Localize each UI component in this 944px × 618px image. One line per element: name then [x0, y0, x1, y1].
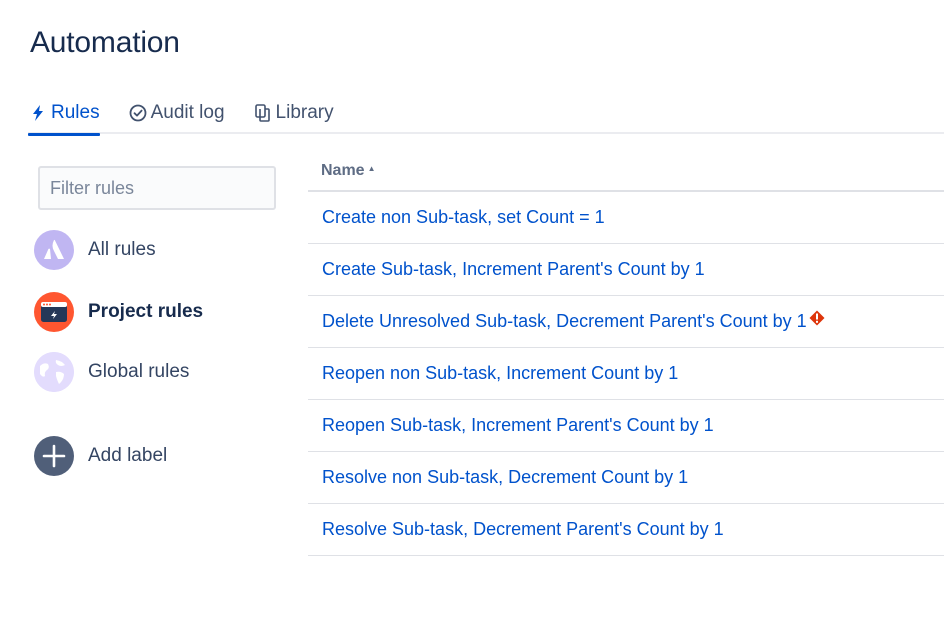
table-row: Create non Sub-task, set Count = 1 — [308, 192, 944, 244]
plus-icon — [34, 436, 74, 476]
check-circle-icon — [128, 102, 148, 124]
lightning-icon — [28, 102, 48, 124]
rule-link[interactable]: Resolve non Sub-task, Decrement Count by… — [322, 467, 688, 488]
rule-link[interactable]: Resolve Sub-task, Decrement Parent's Cou… — [322, 519, 724, 540]
tab-library[interactable]: Library — [253, 98, 334, 134]
table-row: Reopen non Sub-task, Increment Count by … — [308, 348, 944, 400]
rules-table: Name ▲ Create non Sub-task, set Count = … — [308, 152, 944, 556]
sidebar-item-label: All rules — [88, 239, 156, 260]
column-header-label: Name — [321, 162, 365, 179]
table-row: Reopen Sub-task, Increment Parent's Coun… — [308, 400, 944, 452]
tab-audit-log-label: Audit log — [150, 102, 225, 123]
sidebar-item-label: Project rules — [88, 301, 204, 322]
tab-rules-label: Rules — [51, 102, 100, 123]
tab-library-label: Library — [275, 102, 334, 123]
rule-link[interactable]: Create Sub-task, Increment Parent's Coun… — [322, 259, 705, 280]
table-row: Resolve non Sub-task, Decrement Count by… — [308, 452, 944, 504]
tab-rules[interactable]: Rules — [28, 98, 100, 136]
add-label-button[interactable]: Add label — [34, 436, 167, 476]
warning-icon — [809, 310, 825, 326]
rule-link[interactable]: Reopen Sub-task, Increment Parent's Coun… — [322, 415, 714, 436]
sidebar-item-all-rules[interactable]: All rules — [34, 230, 156, 270]
atlassian-logo-icon — [34, 230, 74, 270]
rule-link[interactable]: Delete Unresolved Sub-task, Decrement Pa… — [322, 311, 807, 332]
add-label-text: Add label — [88, 445, 168, 466]
filter-rules-input[interactable] — [38, 166, 276, 210]
copy-icon — [253, 102, 273, 124]
tab-bar: Rules Audit log Library — [28, 98, 944, 136]
column-header-name[interactable]: Name ▲ — [308, 152, 944, 192]
sidebar-item-label: Global rules — [88, 361, 190, 382]
table-row: Create Sub-task, Increment Parent's Coun… — [308, 244, 944, 296]
rule-link[interactable]: Reopen non Sub-task, Increment Count by … — [322, 363, 678, 384]
table-row: Resolve Sub-task, Decrement Parent's Cou… — [308, 504, 944, 556]
table-row: Delete Unresolved Sub-task, Decrement Pa… — [308, 296, 944, 348]
page-title: Automation — [30, 26, 180, 59]
sidebar-item-global-rules[interactable]: Global rules — [34, 352, 189, 392]
project-icon — [34, 292, 74, 332]
rule-link[interactable]: Create non Sub-task, set Count = 1 — [322, 207, 605, 228]
sort-ascending-icon: ▲ — [367, 163, 376, 173]
sidebar-item-project-rules[interactable]: Project rules — [34, 292, 203, 332]
globe-icon — [34, 352, 74, 392]
tab-audit-log[interactable]: Audit log — [128, 98, 225, 134]
